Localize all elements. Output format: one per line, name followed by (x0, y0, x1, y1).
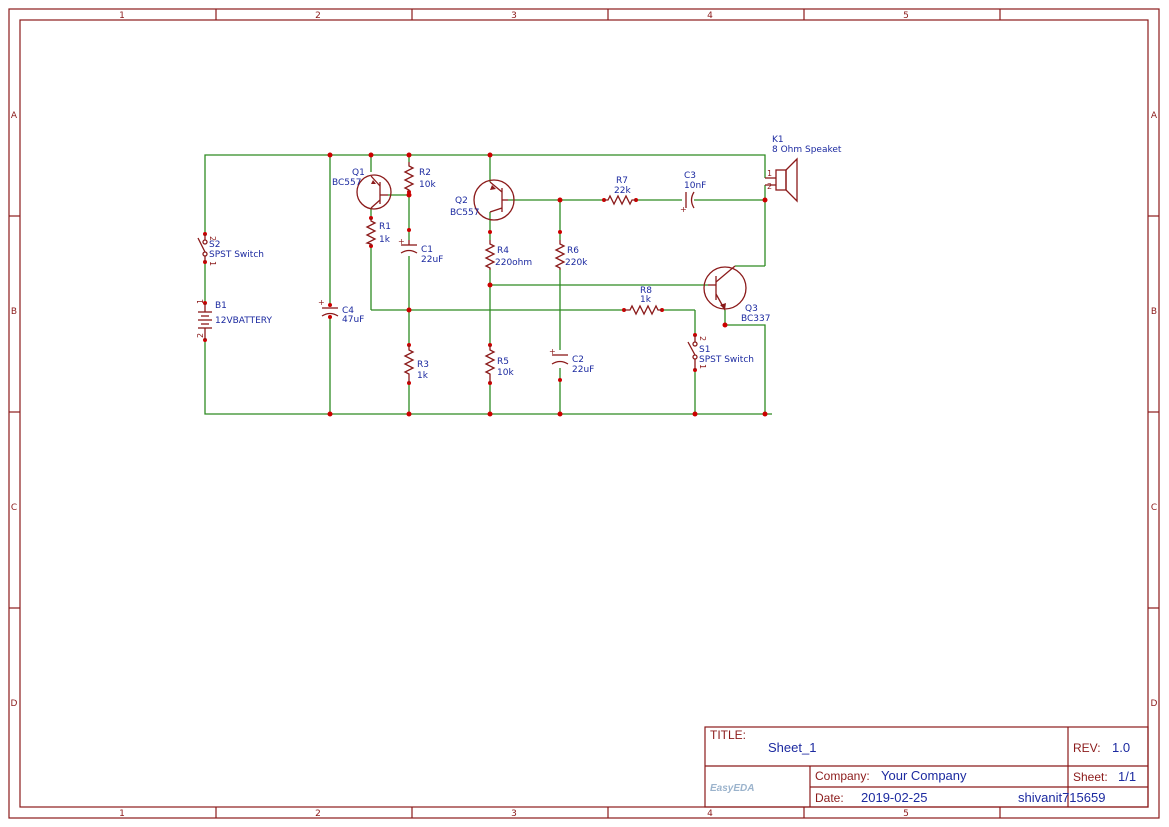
transistor-q1: Q1 BC557 (332, 168, 392, 210)
r2-ref: R2 (419, 168, 431, 178)
col-label-5-bottom: 5 (903, 809, 909, 819)
date-value: 2019-02-25 (861, 790, 928, 805)
resistor-r3: R3 1k (403, 345, 429, 383)
b1-value: 12VBATTERY (215, 316, 272, 326)
capacitor-c3: + C3 10nF (680, 171, 706, 214)
s1-ref: S1 (699, 345, 710, 355)
col-label-4: 4 (707, 11, 713, 21)
easyeda-logo: EasyEDA (710, 783, 754, 794)
r5-ref: R5 (497, 357, 509, 367)
c2-value: 22uF (572, 365, 594, 375)
company-value: Your Company (881, 768, 967, 783)
q2-ref: Q2 (455, 196, 468, 206)
col-label-3-bottom: 3 (511, 809, 517, 819)
row-label-a-right: A (1151, 111, 1158, 121)
svg-text:+: + (549, 347, 556, 356)
b1-ref: B1 (215, 301, 227, 311)
schematic-canvas: 1 2 3 4 5 1 2 3 4 5 A B C D A B C D 2 1 … (8, 8, 1160, 819)
q3-value: BC337 (741, 314, 770, 324)
s2-value: SPST Switch (209, 250, 264, 260)
r7-value: 22k (614, 186, 631, 196)
col-label-2-bottom: 2 (315, 809, 321, 819)
q1-value: BC557 (332, 178, 361, 188)
r3-value: 1k (417, 371, 429, 381)
r3-ref: R3 (417, 360, 429, 370)
battery-b1: 1 2 B1 12VBATTERY (196, 299, 272, 340)
switch-s1: 2 1 S1 SPST Switch (687, 335, 754, 370)
col-label-1-bottom: 1 (119, 809, 125, 819)
transistor-q3: Q3 BC337 (703, 265, 770, 324)
switch-s2: 2 1 S2 SPST Switch (197, 234, 264, 266)
transistor-q2: Q2 BC557 (450, 179, 515, 221)
row-label-b-right: B (1151, 307, 1157, 317)
c2-ref: C2 (572, 355, 584, 365)
b1-pin1: 1 (196, 299, 205, 304)
r1-value: 1k (379, 235, 391, 245)
s2-ref: S2 (209, 240, 220, 250)
r1-ref: R1 (379, 222, 391, 232)
s1-pin2: 2 (698, 336, 707, 341)
resistor-r2: R2 10k (403, 162, 436, 192)
speaker-k1: 1 2 K1 8 Ohm Speaket (765, 135, 842, 203)
col-label-4-bottom: 4 (707, 809, 713, 819)
col-label-2: 2 (315, 11, 321, 21)
title-block: TITLE: Sheet_1 REV: 1.0 EasyEDA Company:… (704, 726, 1149, 808)
c1-ref: C1 (421, 245, 433, 255)
r4-value: 220ohm (495, 258, 532, 268)
r8-value: 1k (640, 295, 652, 305)
title-label: TITLE: (710, 728, 746, 742)
c3-value: 10nF (684, 181, 706, 191)
row-label-c-right: C (1151, 503, 1157, 513)
s1-value: SPST Switch (699, 355, 754, 365)
q3-ref: Q3 (745, 304, 758, 314)
k1-value: 8 Ohm Speaket (772, 145, 842, 155)
c4-value: 47uF (342, 315, 364, 325)
col-label-5: 5 (903, 11, 909, 21)
company-label: Company: (815, 769, 870, 783)
b1-pin2: 2 (196, 333, 205, 338)
k1-pin2: 2 (767, 182, 772, 191)
col-label-3: 3 (511, 11, 517, 21)
r5-value: 10k (497, 368, 514, 378)
r2-value: 10k (419, 180, 436, 190)
svg-text:+: + (680, 205, 687, 214)
k1-pin1: 1 (767, 169, 772, 178)
c1-value: 22uF (421, 255, 443, 265)
sheet-value: 1/1 (1118, 769, 1136, 784)
row-label-b: B (11, 307, 17, 317)
rev-label: REV: (1073, 741, 1101, 755)
row-label-d: D (11, 699, 18, 709)
r7-ref: R7 (616, 176, 628, 186)
r4-ref: R4 (497, 246, 509, 256)
s2-pin1: 1 (208, 261, 217, 266)
row-label-a: A (11, 111, 18, 121)
capacitor-c4: + C4 47uF (318, 298, 364, 325)
resistor-r1: R1 1k (365, 218, 391, 246)
row-label-c: C (11, 503, 17, 513)
resistor-r7: R7 22k (604, 176, 636, 206)
resistor-r5: R5 10k (484, 345, 514, 383)
col-label-1: 1 (119, 11, 125, 21)
author: shivanit715659 (1018, 790, 1105, 805)
rev-value: 1.0 (1112, 740, 1130, 755)
date-label: Date: (815, 791, 844, 805)
resistor-r8: R8 1k (624, 286, 662, 316)
q1-ref: Q1 (352, 168, 365, 178)
c3-ref: C3 (684, 171, 696, 181)
capacitor-c1: + C1 22uF (398, 237, 443, 265)
q2-value: BC557 (450, 208, 479, 218)
k1-ref: K1 (772, 135, 784, 145)
resistor-r4: R4 220ohm (484, 240, 532, 270)
capacitor-c2: + C2 22uF (549, 347, 594, 375)
r6-ref: R6 (567, 246, 579, 256)
resistor-r6: R6 220k (554, 240, 588, 270)
svg-text:+: + (318, 298, 325, 307)
row-label-d-right: D (1151, 699, 1158, 709)
svg-text:+: + (398, 237, 405, 246)
r6-value: 220k (565, 258, 588, 268)
sheet-label: Sheet: (1073, 770, 1108, 784)
title-value: Sheet_1 (768, 740, 816, 755)
